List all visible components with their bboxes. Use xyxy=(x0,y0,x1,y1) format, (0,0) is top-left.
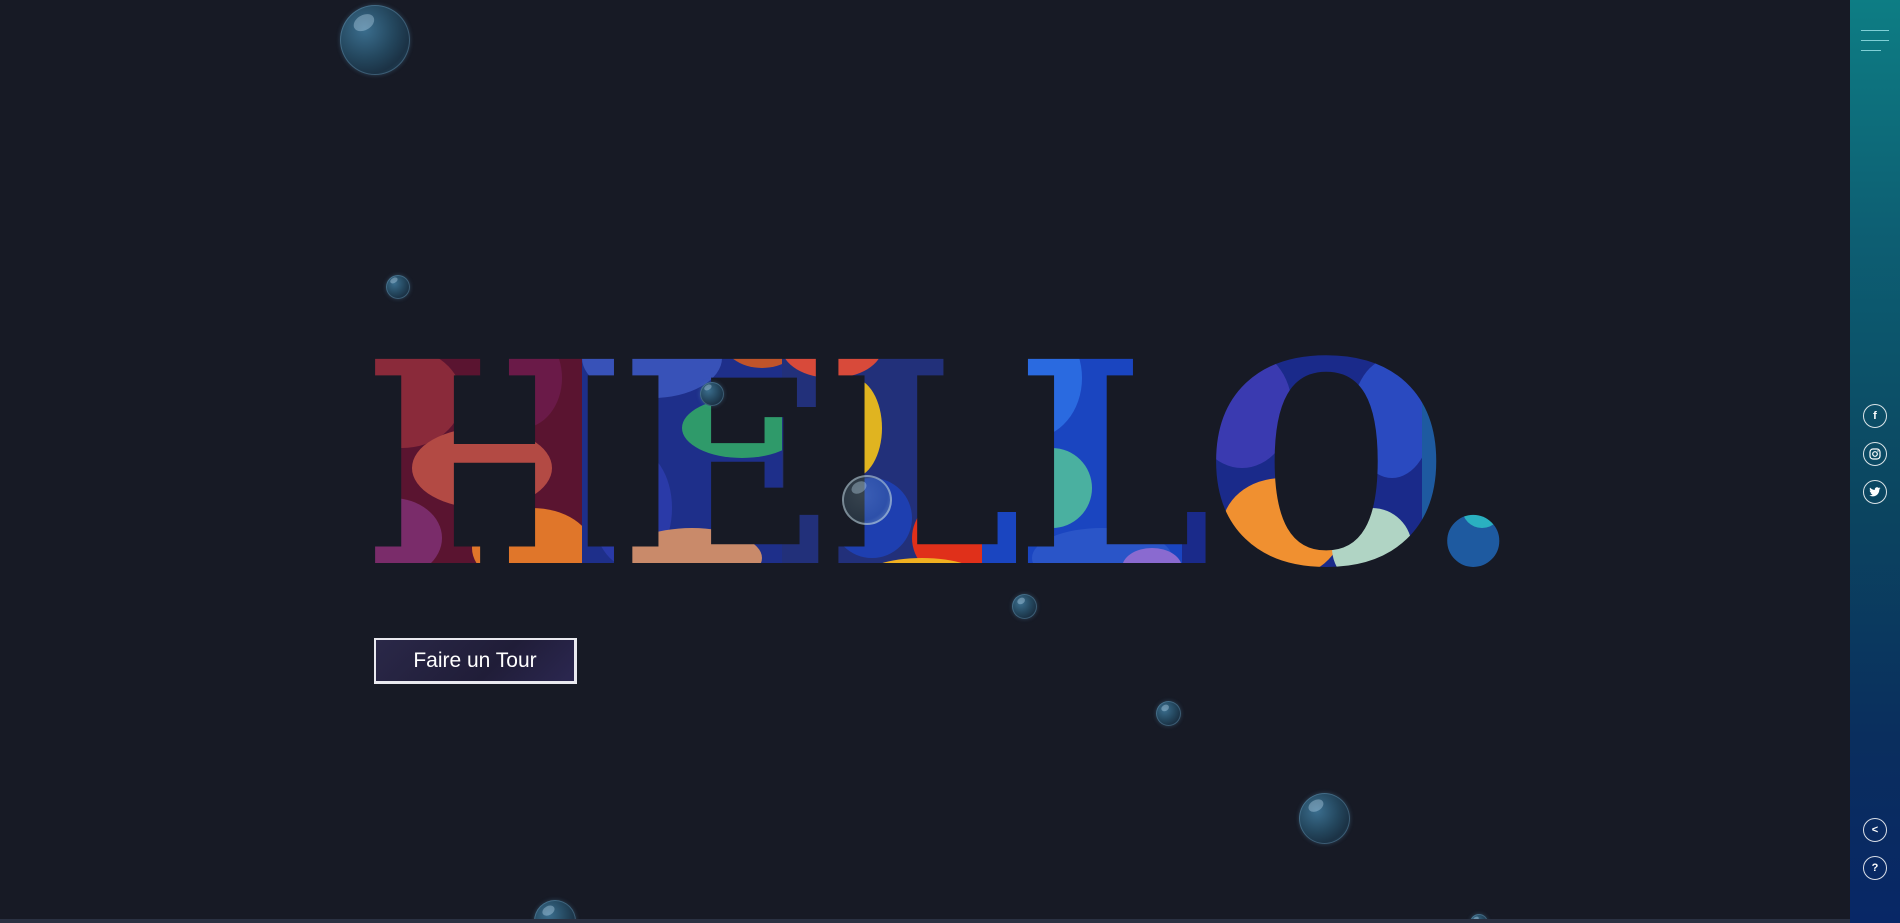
instagram-glyph xyxy=(1869,448,1881,460)
help-icon[interactable]: ? xyxy=(1863,856,1887,880)
facebook-glyph: f xyxy=(1873,410,1877,422)
bubble xyxy=(1156,701,1181,726)
twitter-icon[interactable] xyxy=(1863,480,1887,504)
right-sidebar: f < ? xyxy=(1850,0,1900,923)
twitter-glyph xyxy=(1869,487,1881,497)
menu-line xyxy=(1861,30,1889,31)
page: HELLO. Faire un Tour f < ? xyxy=(0,0,1900,923)
bubble xyxy=(1299,793,1350,844)
bubble xyxy=(700,382,724,406)
bottom-divider xyxy=(0,919,1850,923)
help-glyph: ? xyxy=(1871,862,1879,874)
hero-title: HELLO. xyxy=(362,318,1542,588)
hamburger-menu-icon[interactable] xyxy=(1861,28,1889,56)
tour-button[interactable]: Faire un Tour xyxy=(374,638,577,684)
menu-line xyxy=(1861,40,1889,41)
bubble xyxy=(842,475,892,525)
share-glyph: < xyxy=(1871,824,1879,836)
bubble xyxy=(1012,594,1037,619)
menu-line xyxy=(1861,50,1881,51)
hero-title-graphic: HELLO. xyxy=(362,318,1522,588)
facebook-icon[interactable]: f xyxy=(1863,404,1887,428)
bubble xyxy=(340,5,410,75)
instagram-icon[interactable] xyxy=(1863,442,1887,466)
bubble xyxy=(386,275,410,299)
share-icon[interactable]: < xyxy=(1863,818,1887,842)
hero-title-text: HELLO. xyxy=(362,318,1522,588)
